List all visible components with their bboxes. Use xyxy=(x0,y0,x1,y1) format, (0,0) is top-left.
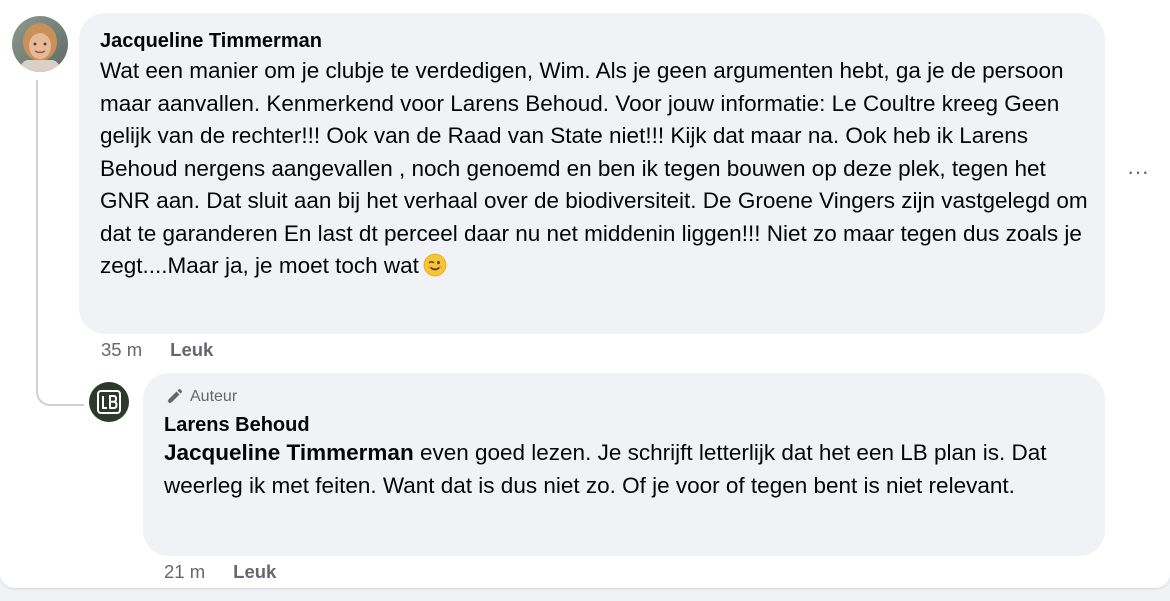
comment-timestamp[interactable]: 35 m xyxy=(101,339,142,361)
like-button[interactable]: Leuk xyxy=(170,339,213,361)
avatar-larens-behoud[interactable] xyxy=(89,382,129,422)
lb-logo-icon xyxy=(97,390,121,414)
comment-body: Wat een manier om je clubje te verdedige… xyxy=(100,58,1088,278)
winking-face-emoji xyxy=(423,253,447,277)
comment-text: Wat een manier om je clubje te verdedige… xyxy=(100,55,1090,283)
comment-thread-card: Jacqueline Timmerman Wat een manier om j… xyxy=(0,0,1170,588)
comment-bubble: Jacqueline Timmerman Wat een manier om j… xyxy=(79,13,1105,334)
more-options-icon[interactable]: ··· xyxy=(1124,159,1152,184)
comment-meta: 35 m Leuk xyxy=(101,339,213,361)
avatar-photo-icon xyxy=(12,16,68,72)
author-badge-label: Auteur xyxy=(190,388,238,405)
pen-icon xyxy=(167,388,183,404)
reply-text: Jacqueline Timmerman even goed lezen. Je… xyxy=(164,437,1094,502)
reply-author-name[interactable]: Larens Behoud xyxy=(164,413,1084,437)
reply-timestamp[interactable]: 21 m xyxy=(164,561,205,583)
avatar-jacqueline-timmerman[interactable] xyxy=(12,16,68,72)
reply-like-button[interactable]: Leuk xyxy=(233,561,276,583)
reply-bubble: Auteur Larens Behoud Jacqueline Timmerma… xyxy=(143,373,1105,556)
mention-link[interactable]: Jacqueline Timmerman xyxy=(164,440,414,465)
reply-thread-line xyxy=(36,80,84,406)
comment-author-name[interactable]: Jacqueline Timmerman xyxy=(100,29,1084,53)
reply-meta: 21 m Leuk xyxy=(164,561,276,583)
author-badge: Auteur xyxy=(164,387,1084,407)
